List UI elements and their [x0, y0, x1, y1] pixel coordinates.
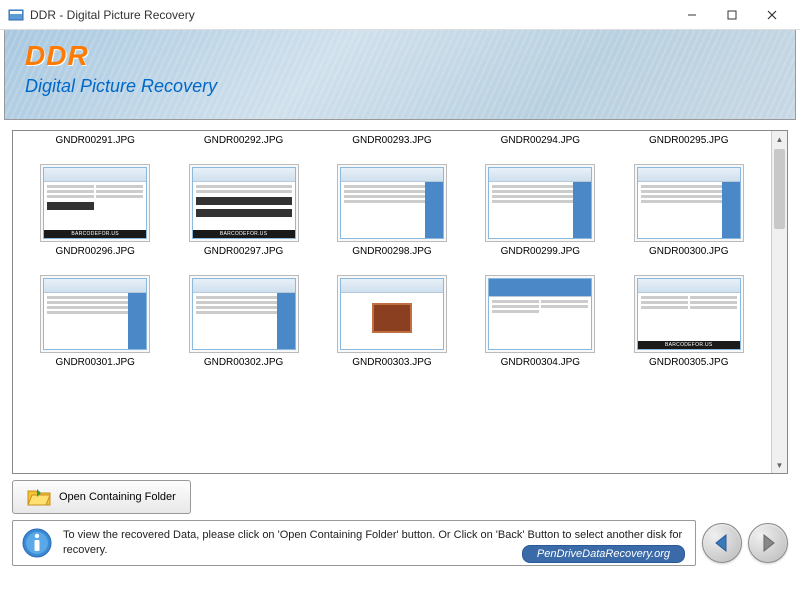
file-item[interactable]: BARCODEFOR.US GNDR00297.JPG [179, 164, 309, 257]
file-item[interactable]: GNDR00298.JPG [327, 164, 457, 257]
minimize-button[interactable] [672, 1, 712, 29]
arrow-left-icon [710, 531, 734, 555]
file-name: GNDR00301.JPG [30, 357, 160, 368]
logo-text: DDR [25, 40, 775, 72]
file-name: GNDR00299.JPG [475, 246, 605, 257]
file-row: GNDR00301.JPG GNDR00302.JPG GNDR00303.JP… [21, 275, 763, 368]
close-button[interactable] [752, 1, 792, 29]
file-item[interactable]: GNDR00300.JPG [624, 164, 754, 257]
scrollbar[interactable]: ▲ ▼ [771, 131, 787, 473]
file-thumbnail: BARCODEFOR.US [189, 164, 299, 242]
file-thumbnail [337, 275, 447, 353]
file-thumbnail [337, 164, 447, 242]
footer: To view the recovered Data, please click… [12, 520, 788, 566]
file-name: GNDR00302.JPG [179, 357, 309, 368]
scroll-down-icon[interactable]: ▼ [772, 457, 787, 473]
file-name: GNDR00296.JPG [30, 246, 160, 257]
folder-icon [27, 487, 51, 507]
maximize-button[interactable] [712, 1, 752, 29]
file-thumbnail: BARCODEFOR.US [40, 164, 150, 242]
file-item[interactable]: GNDR00302.JPG [179, 275, 309, 368]
file-item[interactable]: GNDR00294.JPG [475, 135, 605, 146]
back-button[interactable] [702, 523, 742, 563]
file-item[interactable]: GNDR00299.JPG [475, 164, 605, 257]
header-banner: DDR Digital Picture Recovery [4, 30, 796, 120]
watermark: PenDriveDataRecovery.org [522, 545, 685, 563]
file-name: GNDR00300.JPG [624, 246, 754, 257]
file-item[interactable]: GNDR00301.JPG [30, 275, 160, 368]
arrow-right-icon [756, 531, 780, 555]
file-row: BARCODEFOR.US GNDR00296.JPG BARCODEFOR.U… [21, 164, 763, 257]
info-box: To view the recovered Data, please click… [12, 520, 696, 566]
file-item[interactable]: GNDR00293.JPG [327, 135, 457, 146]
file-item[interactable]: BARCODEFOR.US GNDR00305.JPG [624, 275, 754, 368]
file-thumbnail: BARCODEFOR.US [634, 275, 744, 353]
file-thumbnail [485, 164, 595, 242]
scrollbar-thumb[interactable] [774, 149, 785, 229]
file-item[interactable]: GNDR00292.JPG [179, 135, 309, 146]
file-grid[interactable]: GNDR00291.JPG GNDR00292.JPG GNDR00293.JP… [13, 131, 771, 473]
file-name: GNDR00298.JPG [327, 246, 457, 257]
file-name: GNDR00305.JPG [624, 357, 754, 368]
file-item[interactable]: GNDR00295.JPG [624, 135, 754, 146]
file-thumbnail [40, 275, 150, 353]
file-name: GNDR00293.JPG [327, 135, 457, 146]
file-thumbnail [485, 275, 595, 353]
header-subtitle: Digital Picture Recovery [25, 76, 775, 97]
action-row: Open Containing Folder [12, 480, 788, 514]
file-name: GNDR00303.JPG [327, 357, 457, 368]
forward-button[interactable] [748, 523, 788, 563]
app-icon [8, 7, 24, 23]
file-item[interactable]: GNDR00304.JPG [475, 275, 605, 368]
file-item[interactable]: GNDR00303.JPG [327, 275, 457, 368]
open-containing-folder-button[interactable]: Open Containing Folder [12, 480, 191, 514]
scroll-up-icon[interactable]: ▲ [772, 131, 787, 147]
window-title: DDR - Digital Picture Recovery [30, 8, 672, 22]
window-controls [672, 1, 792, 29]
file-item[interactable]: BARCODEFOR.US GNDR00296.JPG [30, 164, 160, 257]
file-name: GNDR00295.JPG [624, 135, 754, 146]
file-thumbnail [634, 164, 744, 242]
titlebar: DDR - Digital Picture Recovery [0, 0, 800, 30]
file-pane: GNDR00291.JPG GNDR00292.JPG GNDR00293.JP… [12, 130, 788, 474]
file-name: GNDR00292.JPG [179, 135, 309, 146]
file-row: GNDR00291.JPG GNDR00292.JPG GNDR00293.JP… [21, 135, 763, 146]
file-name: GNDR00291.JPG [30, 135, 160, 146]
content-area: GNDR00291.JPG GNDR00292.JPG GNDR00293.JP… [12, 130, 788, 514]
button-label: Open Containing Folder [59, 491, 176, 503]
file-name: GNDR00297.JPG [179, 246, 309, 257]
file-name: GNDR00294.JPG [475, 135, 605, 146]
file-item[interactable]: GNDR00291.JPG [30, 135, 160, 146]
file-name: GNDR00304.JPG [475, 357, 605, 368]
file-thumbnail [189, 275, 299, 353]
info-icon [21, 527, 53, 559]
